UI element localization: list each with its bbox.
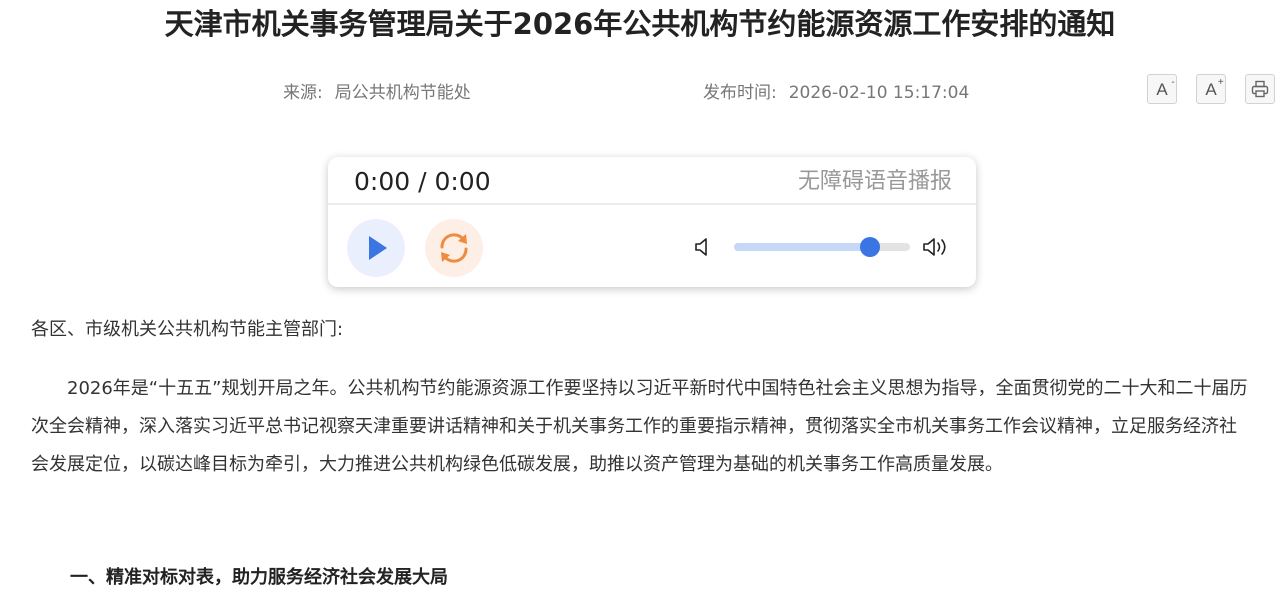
volume-high-icon[interactable] bbox=[922, 236, 954, 258]
publish-time-value: 2026-02-10 15:17:04 bbox=[788, 83, 970, 103]
replay-icon bbox=[440, 233, 468, 263]
volume-low-icon[interactable] bbox=[693, 236, 715, 258]
volume-slider-fill bbox=[734, 243, 870, 251]
body-paragraph: 2026年是“十五五”规划开局之年。公共机构节约能源资源工作要坚持以习近平新时代… bbox=[31, 378, 1248, 475]
font-increase-button[interactable]: A + bbox=[1196, 74, 1226, 104]
font-decrease-button[interactable]: A- bbox=[1147, 74, 1177, 104]
volume-slider[interactable] bbox=[734, 237, 910, 257]
publish-time-label: 发布时间: bbox=[703, 83, 777, 103]
font-increase-icon: A + bbox=[1205, 76, 1224, 99]
player-time: 0:00 / 0:00 bbox=[354, 167, 491, 196]
article-title: 天津市机关事务管理局关于2026年公共机构节约能源资源工作安排的通知 bbox=[164, 7, 1116, 41]
font-decrease-icon: A- bbox=[1156, 76, 1175, 99]
salutation: 各区、市级机关公共机构节能主管部门: bbox=[31, 319, 344, 340]
player-divider bbox=[328, 203, 976, 205]
print-button[interactable] bbox=[1245, 74, 1275, 104]
section-heading: 一、精准对标对表，助力服务经济社会发展大局 bbox=[70, 567, 448, 588]
accessible-audio-label: 无障碍语音播报 bbox=[797, 169, 952, 194]
volume-slider-thumb[interactable] bbox=[859, 237, 880, 257]
play-icon bbox=[369, 236, 387, 260]
audio-player: 0:00 / 0:00 无障碍语音播报 bbox=[328, 157, 976, 287]
source-value: 局公共机构节能处 bbox=[334, 83, 471, 103]
publish-time-meta: 发布时间: 2026-02-10 15:17:04 bbox=[703, 82, 969, 104]
replay-button[interactable] bbox=[425, 219, 483, 277]
source-meta: 来源: 局公共机构节能处 bbox=[283, 82, 471, 104]
printer-icon bbox=[1251, 80, 1269, 98]
play-button[interactable] bbox=[347, 219, 405, 277]
source-label: 来源: bbox=[283, 83, 323, 103]
